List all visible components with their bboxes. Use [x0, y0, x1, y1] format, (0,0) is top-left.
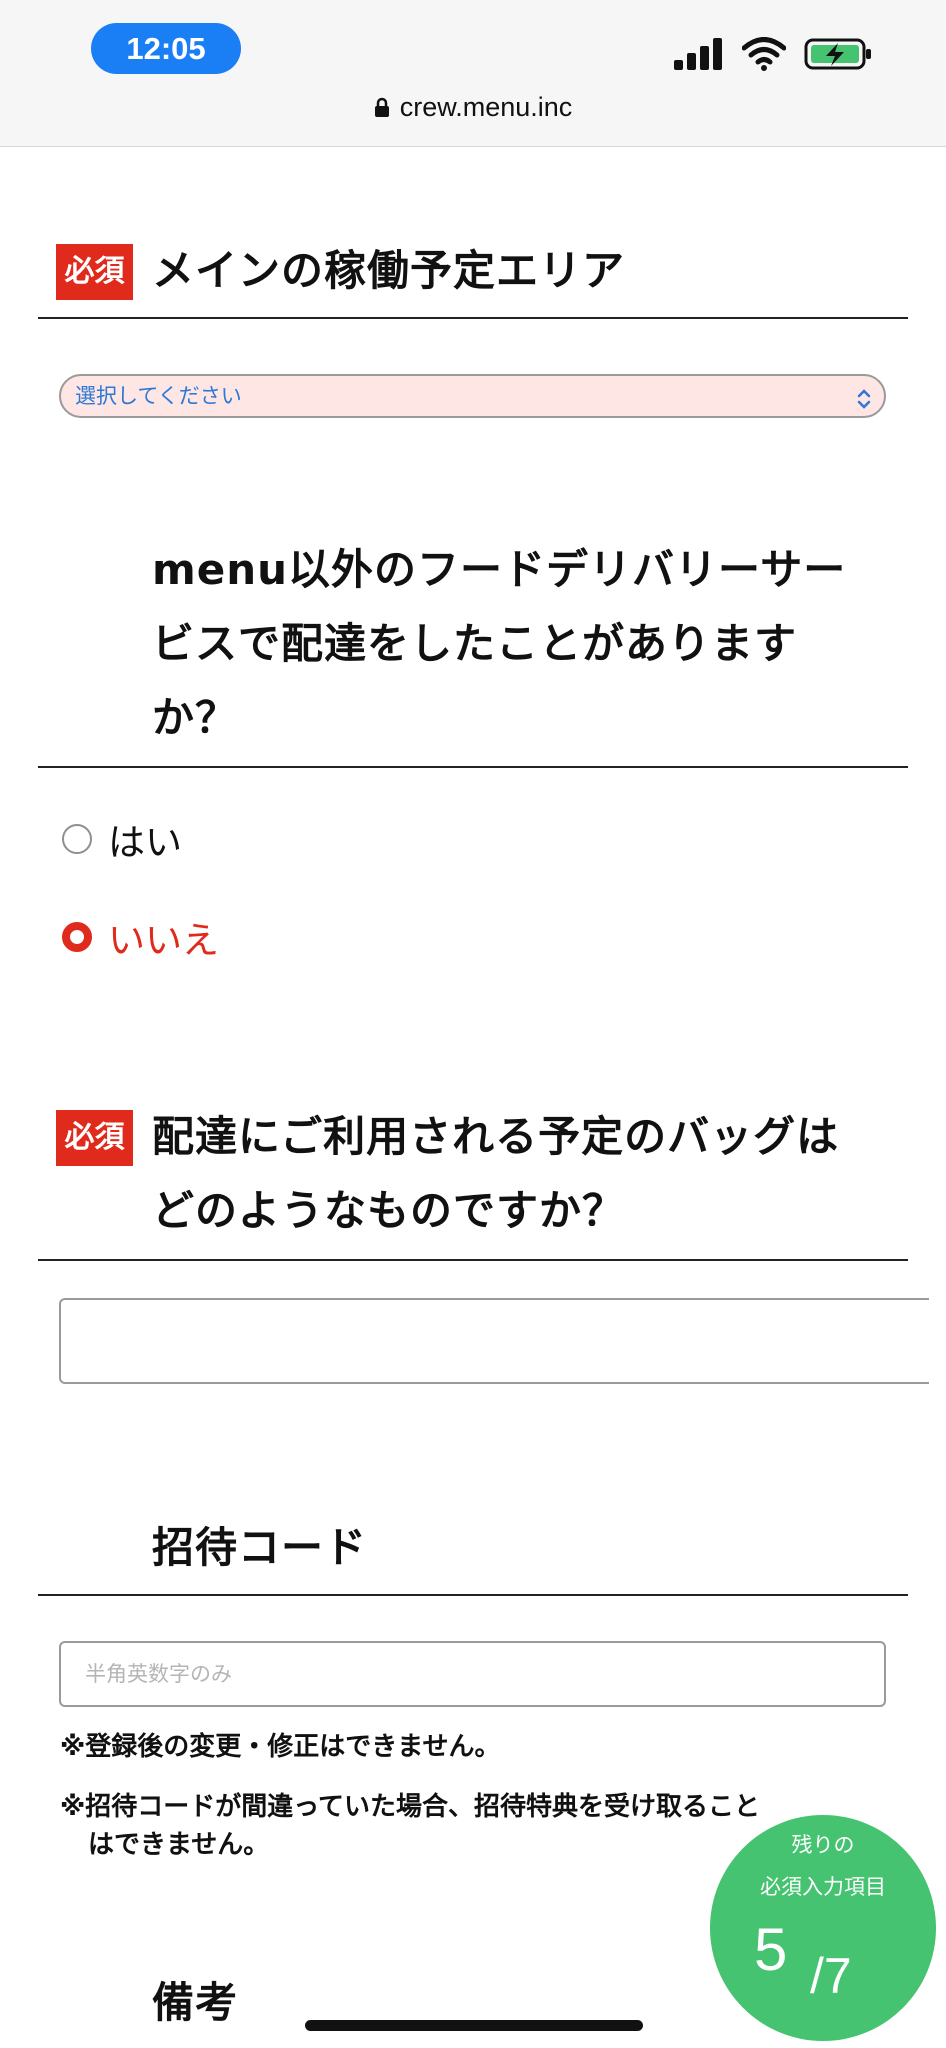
url-bar[interactable]: crew.menu.inc: [0, 92, 946, 124]
counter-remaining: 5: [754, 1916, 788, 1983]
invite-code-input[interactable]: 半角英数字のみ: [59, 1641, 886, 1707]
bag-title-line-1: 配達にご利用される予定のバッグは: [152, 1112, 840, 1161]
select-chevron-icon: [854, 384, 874, 424]
status-icons: [674, 34, 874, 74]
invite-note-1: ※登録後の変更・修正はできません。: [60, 1732, 501, 1762]
section-divider: [38, 1259, 908, 1261]
status-time: 12:05: [91, 23, 241, 74]
radio-option-no[interactable]: いいえ: [62, 910, 219, 964]
section-divider: [38, 317, 908, 319]
bag-title-line-2: どのようなものですか？: [152, 1186, 626, 1235]
cellular-signal-icon: [674, 38, 722, 70]
invite-note-2-line-2: はできません。: [88, 1830, 270, 1860]
section-divider: [38, 766, 908, 768]
battery-charging-icon: [804, 38, 871, 70]
area-section-title: メインの稼働予定エリア: [152, 246, 626, 295]
bag-text-input[interactable]: [59, 1298, 929, 1384]
wifi-icon: [742, 37, 786, 71]
experience-title-line-1: menu以外のフードデリバリーサー: [152, 545, 847, 594]
home-indicator[interactable]: [305, 2020, 643, 2031]
area-select-value: 選択してください: [75, 384, 242, 408]
counter-total: /7: [810, 1948, 852, 2004]
counter-label-line-1: 残りの: [791, 1833, 855, 1857]
url-text: crew.menu.inc: [399, 92, 573, 122]
radio-button-no[interactable]: [62, 922, 92, 952]
required-badge: 必須: [56, 244, 133, 300]
required-badge: 必須: [56, 1110, 133, 1166]
radio-option-yes[interactable]: はい: [62, 812, 182, 866]
area-select[interactable]: 選択してください: [59, 374, 886, 418]
experience-title-line-3: か？: [152, 693, 239, 742]
invite-note-2: ※招待コードが間違っていた場合、招待特典を受け取ること はできません。: [60, 1788, 760, 1864]
radio-label-yes: はい: [108, 821, 182, 864]
status-bar: 12:05 crew.menu.inc: [0, 0, 946, 147]
invite-code-title: 招待コード: [152, 1523, 368, 1572]
remarks-title: 備考: [152, 1978, 239, 2027]
lock-icon: [374, 93, 390, 124]
experience-title-line-2: ビスで配達をしたことがあります: [152, 619, 798, 668]
invite-note-2-line-1: ※招待コードが間違っていた場合、招待特典を受け取ること: [60, 1792, 760, 1822]
remaining-required-counter: 残りの 必須入力項目 5 /7: [710, 1815, 936, 2041]
counter-label-line-2: 必須入力項目: [760, 1875, 886, 1899]
radio-label-no: いいえ: [108, 919, 219, 962]
radio-button-yes[interactable]: [62, 824, 92, 854]
section-divider: [38, 1594, 908, 1596]
